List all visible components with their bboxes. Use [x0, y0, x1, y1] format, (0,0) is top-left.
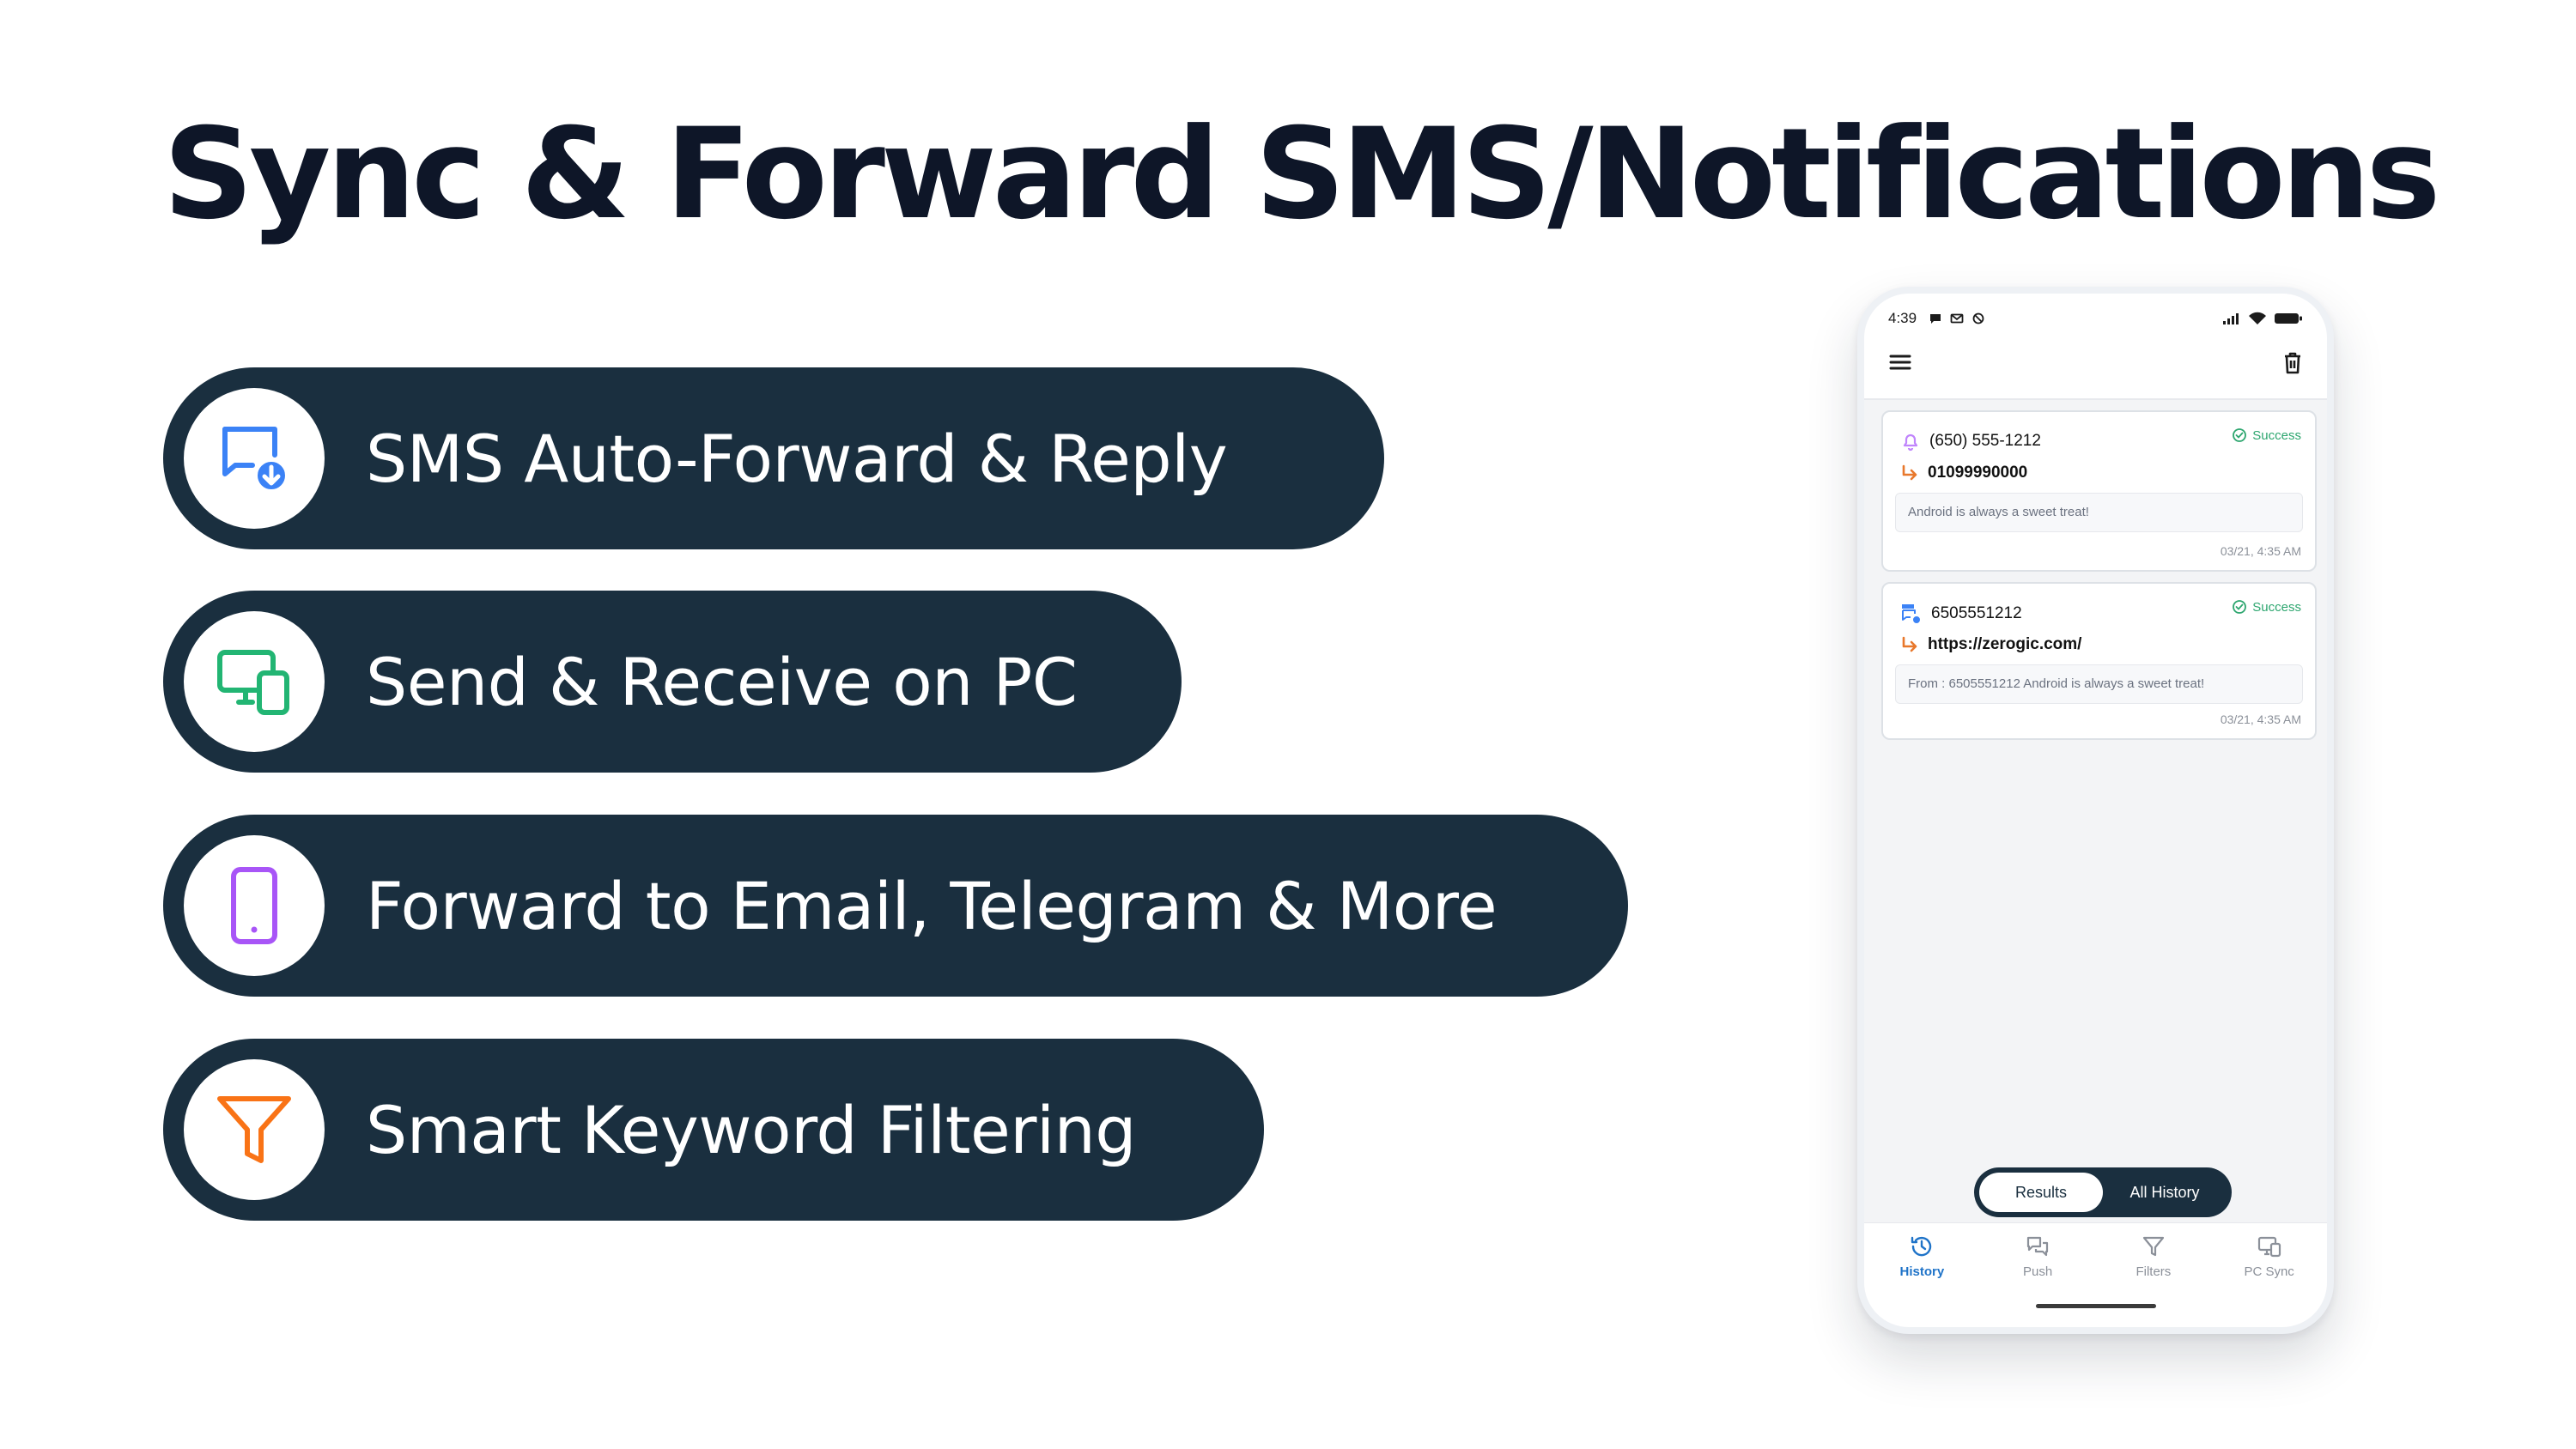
card-destination-row: https://zerogic.com/: [1900, 635, 2081, 654]
wifi-icon: [2249, 312, 2266, 324]
feature-badge: [184, 388, 325, 529]
feature-keyword-filtering: Smart Keyword Filtering: [163, 1039, 1264, 1221]
status-bar: 4:39: [1888, 306, 2303, 331]
segment-results[interactable]: Results: [1979, 1173, 2103, 1212]
mail-status-icon: [1950, 313, 1964, 324]
sms-forward-icon: [222, 427, 289, 493]
feature-label: SMS Auto-Forward & Reply: [366, 420, 1228, 497]
menu-icon[interactable]: [1888, 352, 1912, 373]
status-text: Success: [2252, 427, 2301, 443]
nav-push[interactable]: Push: [1980, 1234, 2096, 1279]
status-time: 4:39: [1888, 310, 1917, 326]
nav-history[interactable]: History: [1864, 1234, 1980, 1279]
feature-label: Smart Keyword Filtering: [366, 1091, 1137, 1168]
signal-icon: [2223, 313, 2239, 324]
history-card[interactable]: 6505551212 https://zerogic.com/ Success …: [1881, 582, 2317, 740]
card-sender: 6505551212: [1931, 604, 2022, 622]
sms-icon: [1902, 604, 1921, 624]
status-badge: Success: [2232, 427, 2301, 443]
nav-filters[interactable]: Filters: [2096, 1234, 2212, 1279]
battery-icon: [2275, 313, 2302, 324]
delete-icon[interactable]: [2282, 352, 2303, 374]
home-indicator: [2036, 1304, 2156, 1308]
card-timestamp: 03/21, 4:35 AM: [2220, 712, 2301, 726]
forward-arrow-icon: [1902, 636, 1917, 652]
status-badge: Success: [2232, 599, 2301, 615]
feature-forward-email-telegram: Forward to Email, Telegram & More: [163, 815, 1628, 997]
status-text: Success: [2252, 599, 2301, 615]
filter-icon: [2142, 1236, 2164, 1257]
header-divider: [1864, 398, 2327, 400]
card-destination: 01099990000: [1928, 464, 2028, 482]
pc-sync-icon: [2257, 1236, 2281, 1258]
chat-status-icon: [1930, 314, 1941, 324]
check-circle-icon: [2233, 428, 2247, 442]
check-circle-icon: [2233, 600, 2247, 614]
card-message: Android is always a sweet treat!: [1895, 493, 2303, 532]
card-destination-row: 01099990000: [1900, 464, 2027, 482]
history-icon: [1911, 1236, 1932, 1257]
page-title: Sync & Forward SMS/Notifications: [163, 101, 2441, 247]
shield-status-icon: [1972, 312, 1984, 324]
filter-icon: [217, 1096, 291, 1163]
history-card[interactable]: (650) 555-1212 01099990000 Success Andro…: [1881, 410, 2317, 572]
feature-send-receive-pc: Send & Receive on PC: [163, 591, 1182, 773]
history-segment-toggle: Results All History: [1974, 1167, 2232, 1217]
bottom-nav: History Push Filters PC Sync: [1864, 1222, 2327, 1327]
nav-label: Filters: [2136, 1264, 2172, 1279]
nav-label: History: [1899, 1264, 1945, 1279]
feature-sms-auto-forward: SMS Auto-Forward & Reply: [163, 367, 1384, 549]
card-sender-row: (650) 555-1212: [1900, 431, 2041, 452]
card-destination: https://zerogic.com/: [1928, 635, 2082, 653]
nav-label: PC Sync: [2244, 1264, 2294, 1279]
card-sender-row: 6505551212: [1900, 603, 2022, 625]
forward-arrow-icon: [1902, 464, 1917, 481]
nav-pc-sync[interactable]: PC Sync: [2211, 1234, 2327, 1279]
card-timestamp: 03/21, 4:35 AM: [2220, 544, 2301, 558]
card-message: From : 6505551212 Android is always a sw…: [1895, 664, 2303, 704]
card-sender: (650) 555-1212: [1929, 432, 2041, 450]
app-header: 4:39: [1864, 294, 2327, 398]
feature-badge: [184, 611, 325, 752]
feature-label: Send & Receive on PC: [366, 643, 1078, 720]
pc-sync-icon: [217, 650, 289, 715]
feature-label: Forward to Email, Telegram & More: [366, 867, 1498, 944]
segment-all-history[interactable]: All History: [2103, 1173, 2227, 1212]
push-icon: [2027, 1236, 2049, 1257]
feature-badge: [184, 1059, 325, 1200]
notification-bell-icon: [1903, 433, 1918, 452]
feature-badge: [184, 835, 325, 976]
nav-label: Push: [2023, 1264, 2053, 1279]
phone-icon: [231, 867, 277, 944]
phone-mockup: 4:39 (650) 555-1212 01099990000 Success …: [1857, 287, 2334, 1334]
